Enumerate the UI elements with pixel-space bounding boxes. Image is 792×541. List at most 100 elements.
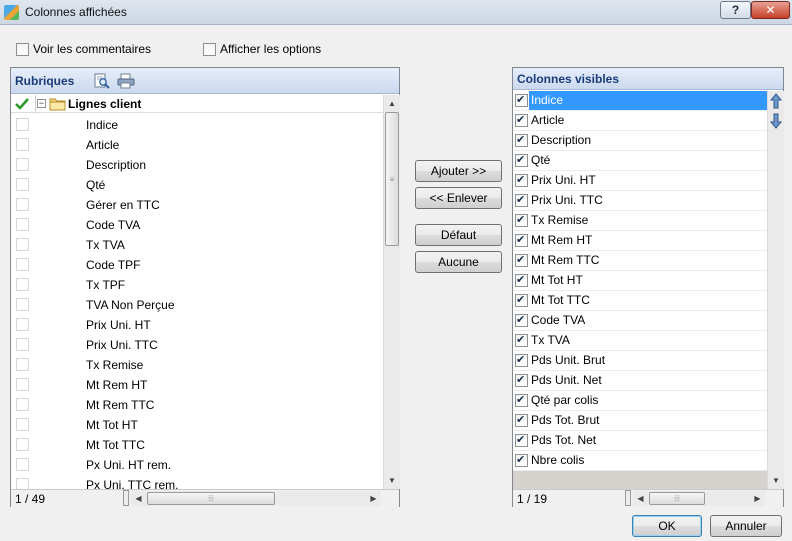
visible-column-checkbox[interactable] [515,93,528,107]
visible-column-row[interactable]: Qté par colis [513,391,767,411]
visible-column-row[interactable]: Mt Rem TTC [513,251,767,271]
visible-column-row[interactable]: Qté [513,151,767,171]
visible-columns-hscrollbar[interactable]: ◀ ⦙⦙⦙ ▶ [633,491,765,506]
field-checkbox[interactable] [16,358,29,371]
visible-column-checkbox[interactable] [515,173,528,187]
field-checkbox[interactable] [16,398,29,411]
visible-column-row[interactable]: Pds Tot. Brut [513,411,767,431]
none-button[interactable]: Aucune [415,251,502,273]
field-row[interactable]: Gérer en TTC [11,195,383,215]
field-row[interactable]: Description [11,155,383,175]
field-checkbox[interactable] [16,458,29,471]
status-splitter[interactable] [625,490,631,506]
scroll-right-arrow[interactable]: ▶ [750,491,765,506]
visible-column-checkbox[interactable] [515,233,528,247]
field-checkbox[interactable] [16,258,29,271]
show-options-checkbox[interactable] [203,42,216,56]
move-down-icon[interactable] [770,113,782,129]
visible-column-row[interactable]: Mt Tot HT [513,271,767,291]
move-up-icon[interactable] [770,93,782,109]
field-row[interactable]: Article [11,135,383,155]
visible-column-row[interactable]: Prix Uni. TTC [513,191,767,211]
visible-column-row[interactable]: Pds Tot. Net [513,431,767,451]
show-comments-checkbox[interactable] [16,42,29,56]
visible-column-checkbox[interactable] [515,413,528,427]
field-checkbox[interactable] [16,238,29,251]
visible-column-checkbox[interactable] [515,113,528,127]
cancel-button[interactable]: Annuler [710,515,782,537]
remove-button[interactable]: << Enlever [415,187,502,209]
ok-button[interactable]: OK [632,515,702,537]
visible-column-checkbox[interactable] [515,433,528,447]
hscroll-thumb[interactable]: ⦙⦙⦙ [147,492,275,505]
visible-column-checkbox[interactable] [515,213,528,227]
visible-column-checkbox[interactable] [515,273,528,287]
field-row[interactable]: TVA Non Perçue [11,295,383,315]
visible-column-row[interactable]: Pds Unit. Brut [513,351,767,371]
field-row[interactable]: Px Uni. HT rem. [11,455,383,475]
field-checkbox[interactable] [16,418,29,431]
scroll-down-arrow[interactable]: ▼ [768,472,784,489]
field-checkbox[interactable] [16,198,29,211]
field-row[interactable]: Prix Uni. HT [11,315,383,335]
scroll-left-arrow[interactable]: ◀ [633,491,648,506]
field-row[interactable]: Code TVA [11,215,383,235]
visible-column-checkbox[interactable] [515,453,528,467]
visible-column-row[interactable]: Tx TVA [513,331,767,351]
field-row[interactable]: Code TPF [11,255,383,275]
visible-column-checkbox[interactable] [515,353,528,367]
field-row[interactable]: Indice [11,115,383,135]
collapse-toggle[interactable]: − [37,99,46,108]
search-document-icon[interactable] [93,73,111,89]
show-comments-option[interactable]: Voir les commentaires [16,41,151,57]
visible-column-row[interactable]: Pds Unit. Net [513,371,767,391]
field-checkbox[interactable] [16,318,29,331]
field-checkbox[interactable] [16,278,29,291]
field-row[interactable]: Tx TVA [11,235,383,255]
fields-vscrollbar[interactable]: ▲ ≡ ▼ [383,95,400,489]
visible-column-checkbox[interactable] [515,193,528,207]
scroll-down-arrow[interactable]: ▼ [384,472,400,489]
visible-column-checkbox[interactable] [515,313,528,327]
visible-columns-vscrollbar[interactable]: ▼ [767,91,784,489]
field-checkbox[interactable] [16,138,29,151]
field-checkbox[interactable] [16,478,29,489]
visible-column-row[interactable]: Article [513,111,767,131]
scroll-up-arrow[interactable]: ▲ [384,95,400,112]
field-checkbox[interactable] [16,158,29,171]
help-button[interactable]: ? [720,1,751,19]
field-row[interactable]: Prix Uni. TTC [11,335,383,355]
close-button[interactable]: ✕ [751,1,790,19]
add-button[interactable]: Ajouter >> [415,160,502,182]
field-row[interactable]: Mt Tot TTC [11,435,383,455]
scroll-right-arrow[interactable]: ▶ [366,491,381,506]
visible-column-row[interactable]: Description [513,131,767,151]
field-checkbox[interactable] [16,298,29,311]
visible-column-checkbox[interactable] [515,153,528,167]
visible-column-row[interactable]: Indice [513,91,767,111]
visible-column-checkbox[interactable] [515,373,528,387]
field-row[interactable]: Mt Rem TTC [11,395,383,415]
field-row[interactable]: Mt Tot HT [11,415,383,435]
fields-hscrollbar[interactable]: ◀ ⦙⦙⦙ ▶ [131,491,381,506]
visible-column-checkbox[interactable] [515,293,528,307]
field-checkbox[interactable] [16,178,29,191]
visible-column-row[interactable]: Mt Tot TTC [513,291,767,311]
field-checkbox[interactable] [16,438,29,451]
scroll-thumb[interactable]: ≡ [385,112,399,246]
visible-column-row[interactable]: Nbre colis [513,451,767,471]
field-row[interactable]: Qté [11,175,383,195]
status-splitter[interactable] [123,490,129,506]
field-checkbox[interactable] [16,378,29,391]
visible-column-checkbox[interactable] [515,333,528,347]
field-checkbox[interactable] [16,118,29,131]
default-button[interactable]: Défaut [415,224,502,246]
field-row[interactable]: Px Uni. TTC rem. [11,475,383,489]
visible-column-row[interactable]: Code TVA [513,311,767,331]
visible-column-checkbox[interactable] [515,393,528,407]
visible-column-row[interactable]: Tx Remise [513,211,767,231]
visible-column-row[interactable]: Prix Uni. HT [513,171,767,191]
checkmark-icon[interactable] [15,97,29,111]
field-row[interactable]: Tx TPF [11,275,383,295]
scroll-left-arrow[interactable]: ◀ [131,491,146,506]
